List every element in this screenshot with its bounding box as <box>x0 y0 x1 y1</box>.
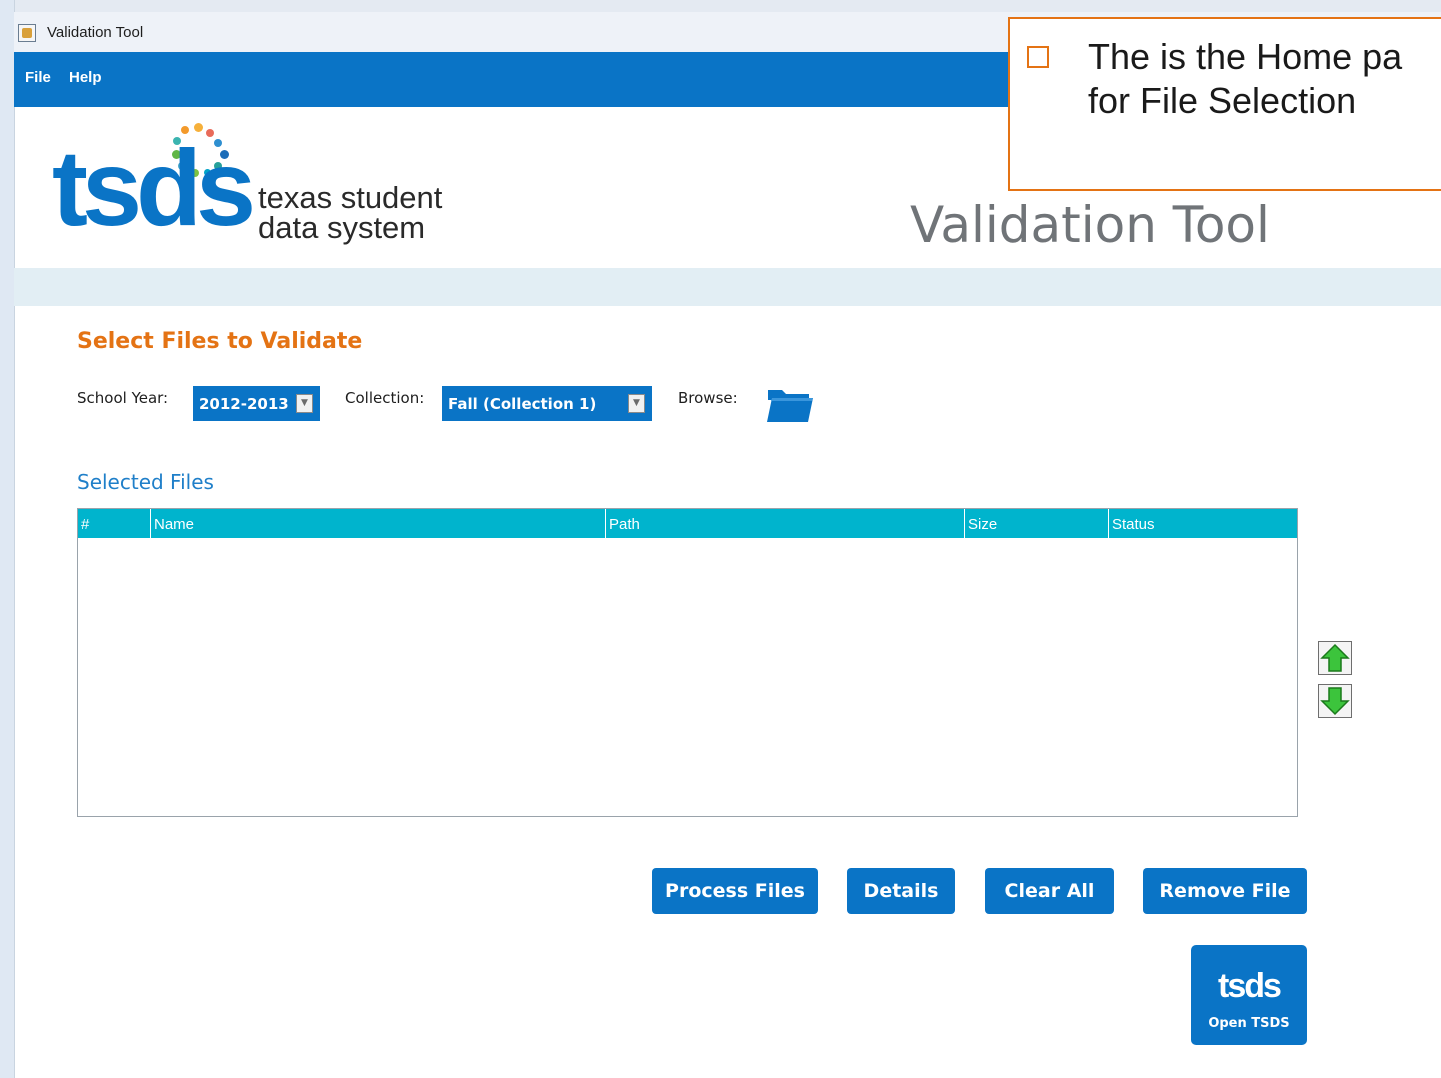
details-button[interactable]: Details <box>847 868 955 914</box>
open-tsds-label: Open TSDS <box>1208 1016 1290 1031</box>
column-name[interactable]: Name <box>150 509 605 538</box>
logo-tagline-line2: data system <box>258 210 426 245</box>
window-frame-top <box>14 0 1441 12</box>
collection-label: Collection: <box>345 389 425 407</box>
remove-file-button[interactable]: Remove File <box>1143 868 1307 914</box>
logo-tagline: texas student data system <box>258 180 443 245</box>
chevron-down-icon: ▼ <box>296 394 313 413</box>
tsds-logo-icon: tsds <box>1218 967 1282 1005</box>
window-frame-left <box>0 0 15 1078</box>
logo-tagline-line1: texas student <box>258 180 443 215</box>
column-number[interactable]: # <box>78 509 150 538</box>
process-files-button[interactable]: Process Files <box>652 868 818 914</box>
selected-files-title: Selected Files <box>77 470 214 494</box>
collection-select[interactable]: Fall (Collection 1) ▼ <box>442 386 652 421</box>
column-size[interactable]: Size <box>964 509 1108 538</box>
arrow-down-icon[interactable] <box>1318 684 1352 718</box>
app-heading: Validation Tool <box>910 196 1270 254</box>
school-year-value: 2012-2013 <box>199 395 289 413</box>
files-table-header: # Name Path Size Status <box>78 509 1297 538</box>
browse-label: Browse: <box>678 389 738 407</box>
header-band <box>14 268 1441 306</box>
callout-text: The is the Home pa for File Selection <box>1088 36 1403 121</box>
logo-wordmark: tsds <box>52 127 256 248</box>
arrow-up-icon[interactable] <box>1318 641 1352 675</box>
collection-value: Fall (Collection 1) <box>448 395 597 413</box>
open-tsds-button[interactable]: tsds Open TSDS <box>1191 945 1307 1045</box>
checkbox-bullet-icon <box>1027 46 1049 68</box>
school-year-select[interactable]: 2012-2013 ▼ <box>193 386 320 421</box>
java-app-icon <box>18 24 36 42</box>
menu-help[interactable]: Help <box>69 69 102 86</box>
column-status[interactable]: Status <box>1108 509 1297 538</box>
menu-file[interactable]: File <box>25 69 51 86</box>
folder-icon[interactable] <box>767 386 813 423</box>
section-title: Select Files to Validate <box>77 329 363 354</box>
clear-all-button[interactable]: Clear All <box>985 868 1114 914</box>
callout-box: The is the Home pa for File Selection <box>1008 17 1441 191</box>
files-table[interactable]: # Name Path Size Status <box>77 508 1298 817</box>
window-title: Validation Tool <box>47 24 144 41</box>
column-path[interactable]: Path <box>605 509 964 538</box>
school-year-label: School Year: <box>77 389 169 407</box>
chevron-down-icon: ▼ <box>628 394 645 413</box>
